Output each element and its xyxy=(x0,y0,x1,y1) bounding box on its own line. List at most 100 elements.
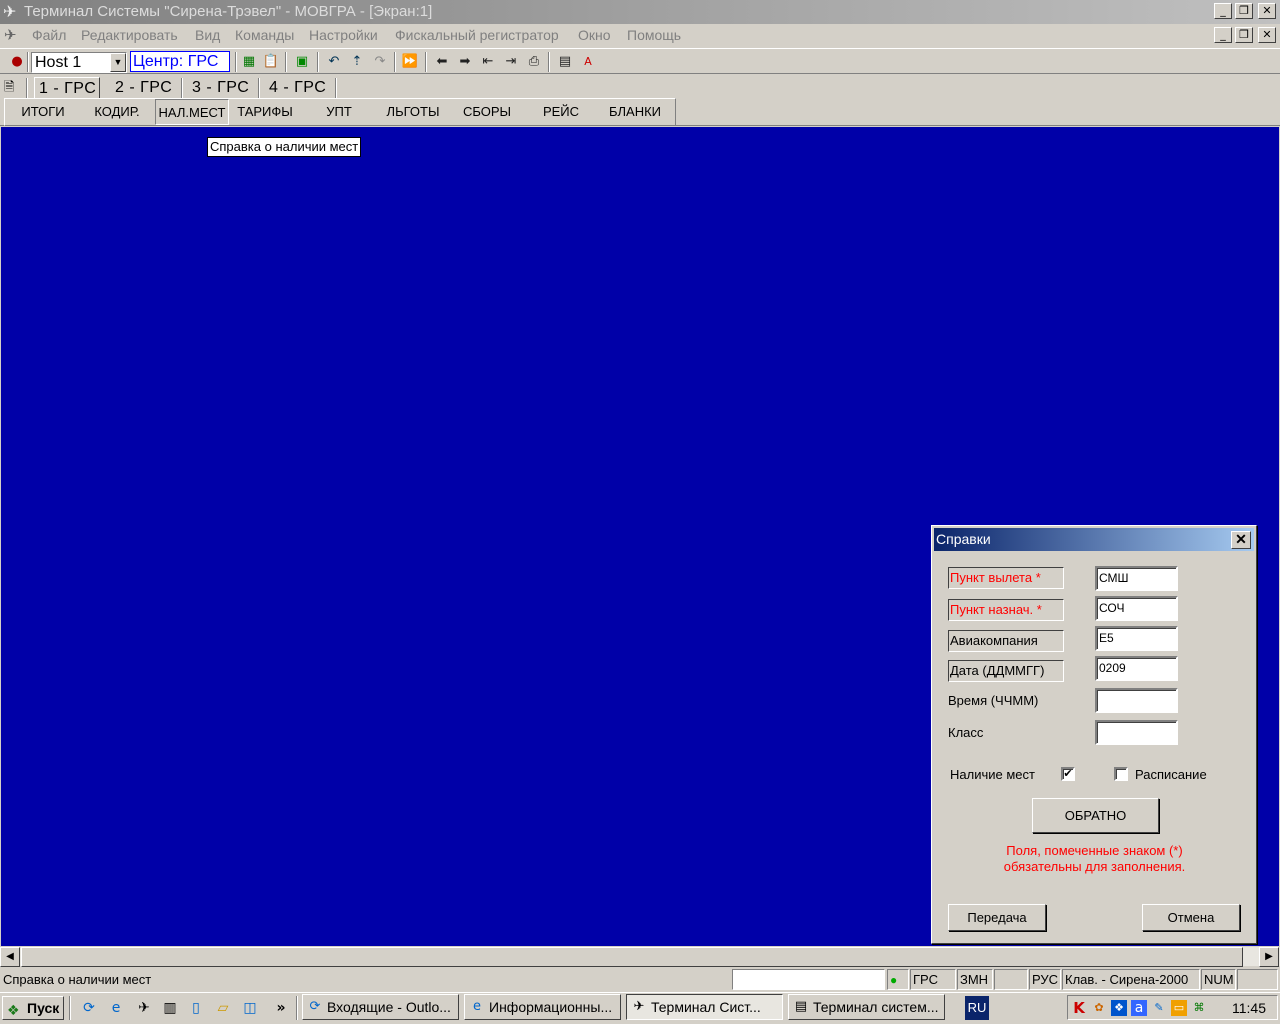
fn-totals-button[interactable]: ИТОГИ xyxy=(8,99,78,125)
quicklaunch-desktop-icon[interactable]: ⟳ xyxy=(79,998,99,1018)
back-button[interactable]: ОБРАТНО xyxy=(1032,798,1159,833)
task-terminal-active[interactable]: ✈ Терминал Сист... xyxy=(626,994,783,1020)
redo-icon[interactable]: ↷ xyxy=(371,53,389,71)
cancel-button[interactable]: Отмена xyxy=(1142,904,1240,931)
class-label: Класс xyxy=(948,725,984,740)
doc-close-button[interactable]: ✕ xyxy=(1258,27,1276,43)
scroll-thumb[interactable] xyxy=(21,947,1243,967)
required-note: Поля, помеченные знаком (*) обязательны … xyxy=(972,843,1217,875)
arrow-right-icon[interactable]: ➡ xyxy=(456,53,474,71)
task-info[interactable]: e Информационны... xyxy=(464,994,621,1020)
departure-input[interactable]: СМШ xyxy=(1095,566,1178,591)
clipboard-icon[interactable]: 📋 xyxy=(262,53,280,71)
fn-encode-button[interactable]: КОДИР. xyxy=(82,99,152,125)
tab-2-grs[interactable]: 2 - ГРС xyxy=(111,77,179,99)
title-bar: ✈ Терминал Системы "Сирена-Трэвел" - МОВ… xyxy=(0,0,1280,24)
tab-1-grs[interactable]: 1 - ГРС xyxy=(34,77,100,99)
schedule-checkbox[interactable] xyxy=(1114,767,1128,781)
start-button[interactable]: ❖ Пуск xyxy=(2,996,64,1020)
fast-forward-icon[interactable]: ⏩ xyxy=(401,53,419,71)
connect-icon[interactable]: ▦ xyxy=(240,53,258,71)
windows-update-icon[interactable]: ❖ xyxy=(1111,1000,1127,1016)
quicklaunch-explorer-icon[interactable]: ▱ xyxy=(213,998,233,1018)
pen-icon[interactable]: ✎ xyxy=(1151,1000,1167,1016)
horizontal-scrollbar[interactable]: ◀ ▶ xyxy=(0,946,1280,967)
airline-label: Авиакомпания xyxy=(948,630,1064,652)
terminal-plane-icon: ✈ xyxy=(633,999,645,1014)
move-right-icon[interactable]: ⇥ xyxy=(502,53,520,71)
fn-forms-button[interactable]: БЛАНКИ xyxy=(600,99,670,125)
app-plane-icon: ✈ xyxy=(3,2,17,21)
fn-flight-button[interactable]: РЕЙС xyxy=(526,99,596,125)
menu-commands[interactable]: Команды xyxy=(235,27,294,43)
menu-view[interactable]: Вид xyxy=(195,27,220,43)
scroll-left-icon[interactable]: ◀ xyxy=(0,947,20,967)
connection-icon[interactable]: ⌘ xyxy=(1191,1000,1207,1016)
fn-upt-button[interactable]: УПТ xyxy=(304,99,374,125)
required-note-line1: Поля, помеченные знаком (*) xyxy=(1006,843,1183,858)
quicklaunch-outlook-icon[interactable]: ◫ xyxy=(240,998,260,1018)
menu-window[interactable]: Окно xyxy=(578,27,611,43)
task-info-label: Информационны... xyxy=(489,999,613,1015)
quicklaunch-more-icon[interactable]: » xyxy=(271,998,291,1018)
menu-fiscal-register[interactable]: Фискальный регистратор xyxy=(395,27,559,43)
printer-icon[interactable]: ⎙ xyxy=(525,53,543,71)
tab-3-grs[interactable]: 3 - ГРС xyxy=(188,77,256,99)
task-terminal-2[interactable]: ▤ Терминал систем... xyxy=(788,994,945,1020)
fn-fares-button[interactable]: ТАРИФЫ xyxy=(230,99,300,125)
fn-fees-button[interactable]: СБОРЫ xyxy=(452,99,522,125)
scroll-right-icon[interactable]: ▶ xyxy=(1259,947,1279,967)
screen-tabs: 🗎 1 - ГРС 2 - ГРС 3 - ГРС 4 - ГРС xyxy=(0,75,1280,99)
ie-icon: e xyxy=(473,999,481,1014)
host-select[interactable]: Host 1 ▼ xyxy=(31,52,127,73)
font-icon[interactable]: a xyxy=(1131,1000,1147,1016)
doc-restore-button[interactable]: ❐ xyxy=(1235,27,1253,43)
upload-icon[interactable]: ⇡ xyxy=(348,53,366,71)
availability-checkbox[interactable]: ✔ xyxy=(1061,767,1075,781)
status-input-panel xyxy=(732,969,885,990)
date-input[interactable]: 0209 xyxy=(1095,656,1178,681)
menu-file[interactable]: Файл xyxy=(32,27,66,43)
dialog-title: Справки xyxy=(936,531,991,547)
new-doc-icon[interactable]: 🗎 xyxy=(4,78,14,100)
menu-help[interactable]: Помощь xyxy=(627,27,681,43)
windows-logo-icon: ❖ xyxy=(7,1003,20,1019)
time-label: Время (ЧЧММ) xyxy=(948,693,1039,708)
spellcheck-icon[interactable]: A xyxy=(579,53,597,71)
send-button[interactable]: Передача xyxy=(948,904,1046,931)
move-left-icon[interactable]: ⇤ xyxy=(479,53,497,71)
airline-input[interactable]: E5 xyxy=(1095,626,1178,651)
quicklaunch-doc-icon[interactable]: ▯ xyxy=(186,998,206,1018)
restore-button[interactable]: ❐ xyxy=(1235,3,1253,19)
fn-availability-button[interactable]: НАЛ.МЕСТ xyxy=(155,99,229,125)
quicklaunch-folder-icon[interactable]: ▥ xyxy=(160,998,180,1018)
undo-icon[interactable]: ↶ xyxy=(325,53,343,71)
kaspersky-icon[interactable]: K xyxy=(1071,1000,1087,1016)
status-traffic-light-icon: ● xyxy=(887,969,909,990)
fn-discounts-button[interactable]: ЛЬГОТЫ xyxy=(378,99,448,125)
tab-4-grs[interactable]: 4 - ГРС xyxy=(265,77,333,99)
screen-icon[interactable]: ▣ xyxy=(293,53,311,71)
traffic-light-icon[interactable]: ● xyxy=(8,53,26,71)
menu-settings[interactable]: Настройки xyxy=(309,27,378,43)
close-button[interactable]: ✕ xyxy=(1258,3,1276,19)
quicklaunch-plane-icon[interactable]: ✈ xyxy=(134,998,154,1018)
minimize-button[interactable]: _ xyxy=(1214,3,1232,19)
network-icon[interactable]: ✿ xyxy=(1091,1000,1107,1016)
status-extra-panel xyxy=(1237,969,1278,990)
dialog-title-bar: Справки ✕ xyxy=(934,528,1254,551)
window-title: Терминал Системы "Сирена-Трэвел" - МОВГР… xyxy=(24,3,433,20)
destination-input[interactable]: СОЧ xyxy=(1095,596,1178,621)
dialog-close-icon[interactable]: ✕ xyxy=(1231,531,1251,549)
time-input[interactable] xyxy=(1095,688,1178,713)
calendar-icon[interactable]: ▤ xyxy=(556,53,574,71)
folder-tray-icon[interactable]: ▭ xyxy=(1171,1000,1187,1016)
quicklaunch-ie-icon[interactable]: e xyxy=(106,998,126,1018)
language-indicator[interactable]: RU xyxy=(965,996,989,1020)
doc-minimize-button[interactable]: _ xyxy=(1214,27,1232,43)
chevron-down-icon[interactable]: ▼ xyxy=(110,53,126,72)
menu-edit[interactable]: Редактировать xyxy=(81,27,178,43)
class-input[interactable] xyxy=(1095,720,1178,745)
task-outlook[interactable]: ⟳ Входящие - Outlo... xyxy=(302,994,459,1020)
arrow-left-icon[interactable]: ⬅ xyxy=(433,53,451,71)
